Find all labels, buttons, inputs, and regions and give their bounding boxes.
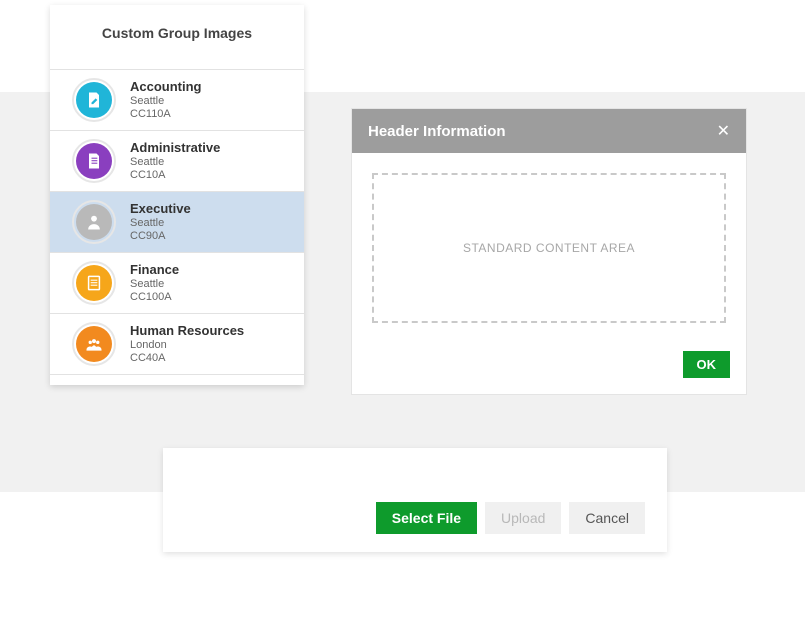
people-icon [72,322,116,366]
select-file-button[interactable]: Select File [376,502,477,534]
group-location: Seattle [130,95,202,108]
group-code: CC110A [130,108,202,121]
list-icon [72,261,116,305]
close-icon[interactable]: ✕ [717,121,730,141]
group-name: Human Resources [130,323,244,339]
content-placeholder: STANDARD CONTENT AREA [463,241,635,255]
group-item-accounting[interactable]: AccountingSeattleCC110A [50,69,304,130]
group-name: Executive [130,201,191,217]
group-location: Seattle [130,156,220,169]
group-code: CC10A [130,169,220,182]
group-item-administrative[interactable]: AdministrativeSeattleCC10A [50,130,304,191]
file-action-panel: Select File Upload Cancel [163,448,667,552]
modal-footer: OK [352,343,746,394]
group-location: Seattle [130,217,191,230]
person-icon [72,200,116,244]
document-icon [72,139,116,183]
group-list: AccountingSeattleCC110AAdministrativeSea… [50,69,304,375]
group-item-finance[interactable]: FinanceSeattleCC100A [50,252,304,313]
group-code: CC100A [130,291,179,304]
upload-button: Upload [485,502,561,534]
group-name: Finance [130,262,179,278]
group-item-executive[interactable]: ExecutiveSeattleCC90A [50,191,304,252]
group-text: ExecutiveSeattleCC90A [130,201,191,243]
group-location: Seattle [130,278,179,291]
cancel-button[interactable]: Cancel [569,502,645,534]
modal-body: STANDARD CONTENT AREA [352,153,746,343]
group-text: FinanceSeattleCC100A [130,262,179,304]
modal-header: Header Information ✕ [352,109,746,153]
group-text: Human ResourcesLondonCC40A [130,323,244,365]
group-name: Administrative [130,140,220,156]
sidebar-title: Custom Group Images [50,5,304,69]
group-item-human-resources[interactable]: Human ResourcesLondonCC40A [50,313,304,375]
group-text: AccountingSeattleCC110A [130,79,202,121]
ok-button[interactable]: OK [683,351,731,378]
group-code: CC90A [130,230,191,243]
modal-title: Header Information [368,123,506,140]
header-info-modal: Header Information ✕ STANDARD CONTENT AR… [351,108,747,395]
group-location: London [130,339,244,352]
group-text: AdministrativeSeattleCC10A [130,140,220,182]
group-code: CC40A [130,352,244,365]
custom-group-sidebar: Custom Group Images AccountingSeattleCC1… [50,5,304,385]
content-dropzone[interactable]: STANDARD CONTENT AREA [372,173,726,323]
group-name: Accounting [130,79,202,95]
edit-doc-icon [72,78,116,122]
button-group: Select File Upload Cancel [376,502,645,534]
